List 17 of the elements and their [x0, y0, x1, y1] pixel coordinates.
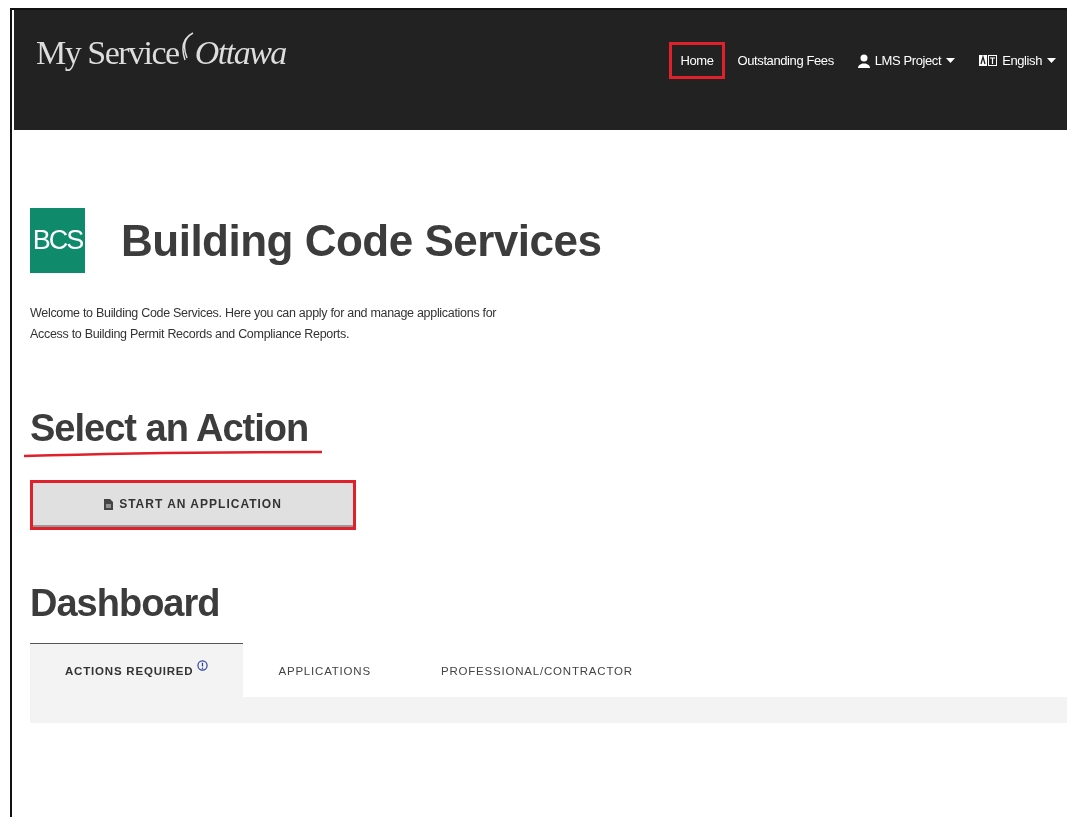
language-menu[interactable]: English — [968, 42, 1067, 79]
document-icon — [104, 498, 114, 510]
caret-icon — [946, 58, 956, 63]
caret-icon — [1047, 58, 1056, 63]
user-icon — [857, 53, 870, 68]
user-menu[interactable]: LMS Project — [846, 42, 967, 79]
nav-link[interactable]: Home — [669, 42, 725, 79]
nav-link[interactable]: Outstanding Fees — [726, 42, 845, 79]
section-heading: Dashboard — [30, 582, 221, 625]
service-badge: BCS — [30, 208, 85, 273]
logo[interactable]: My Service Ottawa — [36, 32, 286, 72]
translate-icon — [979, 55, 998, 66]
section-heading: Select an Action — [30, 407, 310, 450]
intro-text: Welcome to Building Code Services. Here you can apply for and manage applications for Access to Building Permit Records and Compliance Reports. — [30, 305, 498, 343]
dashboard-tab[interactable]: ACTIONS REQUIRED — [30, 643, 244, 697]
page-title: Building Code Services — [121, 215, 602, 266]
start-application-button[interactable]: START AN APPLICATION — [33, 483, 353, 527]
